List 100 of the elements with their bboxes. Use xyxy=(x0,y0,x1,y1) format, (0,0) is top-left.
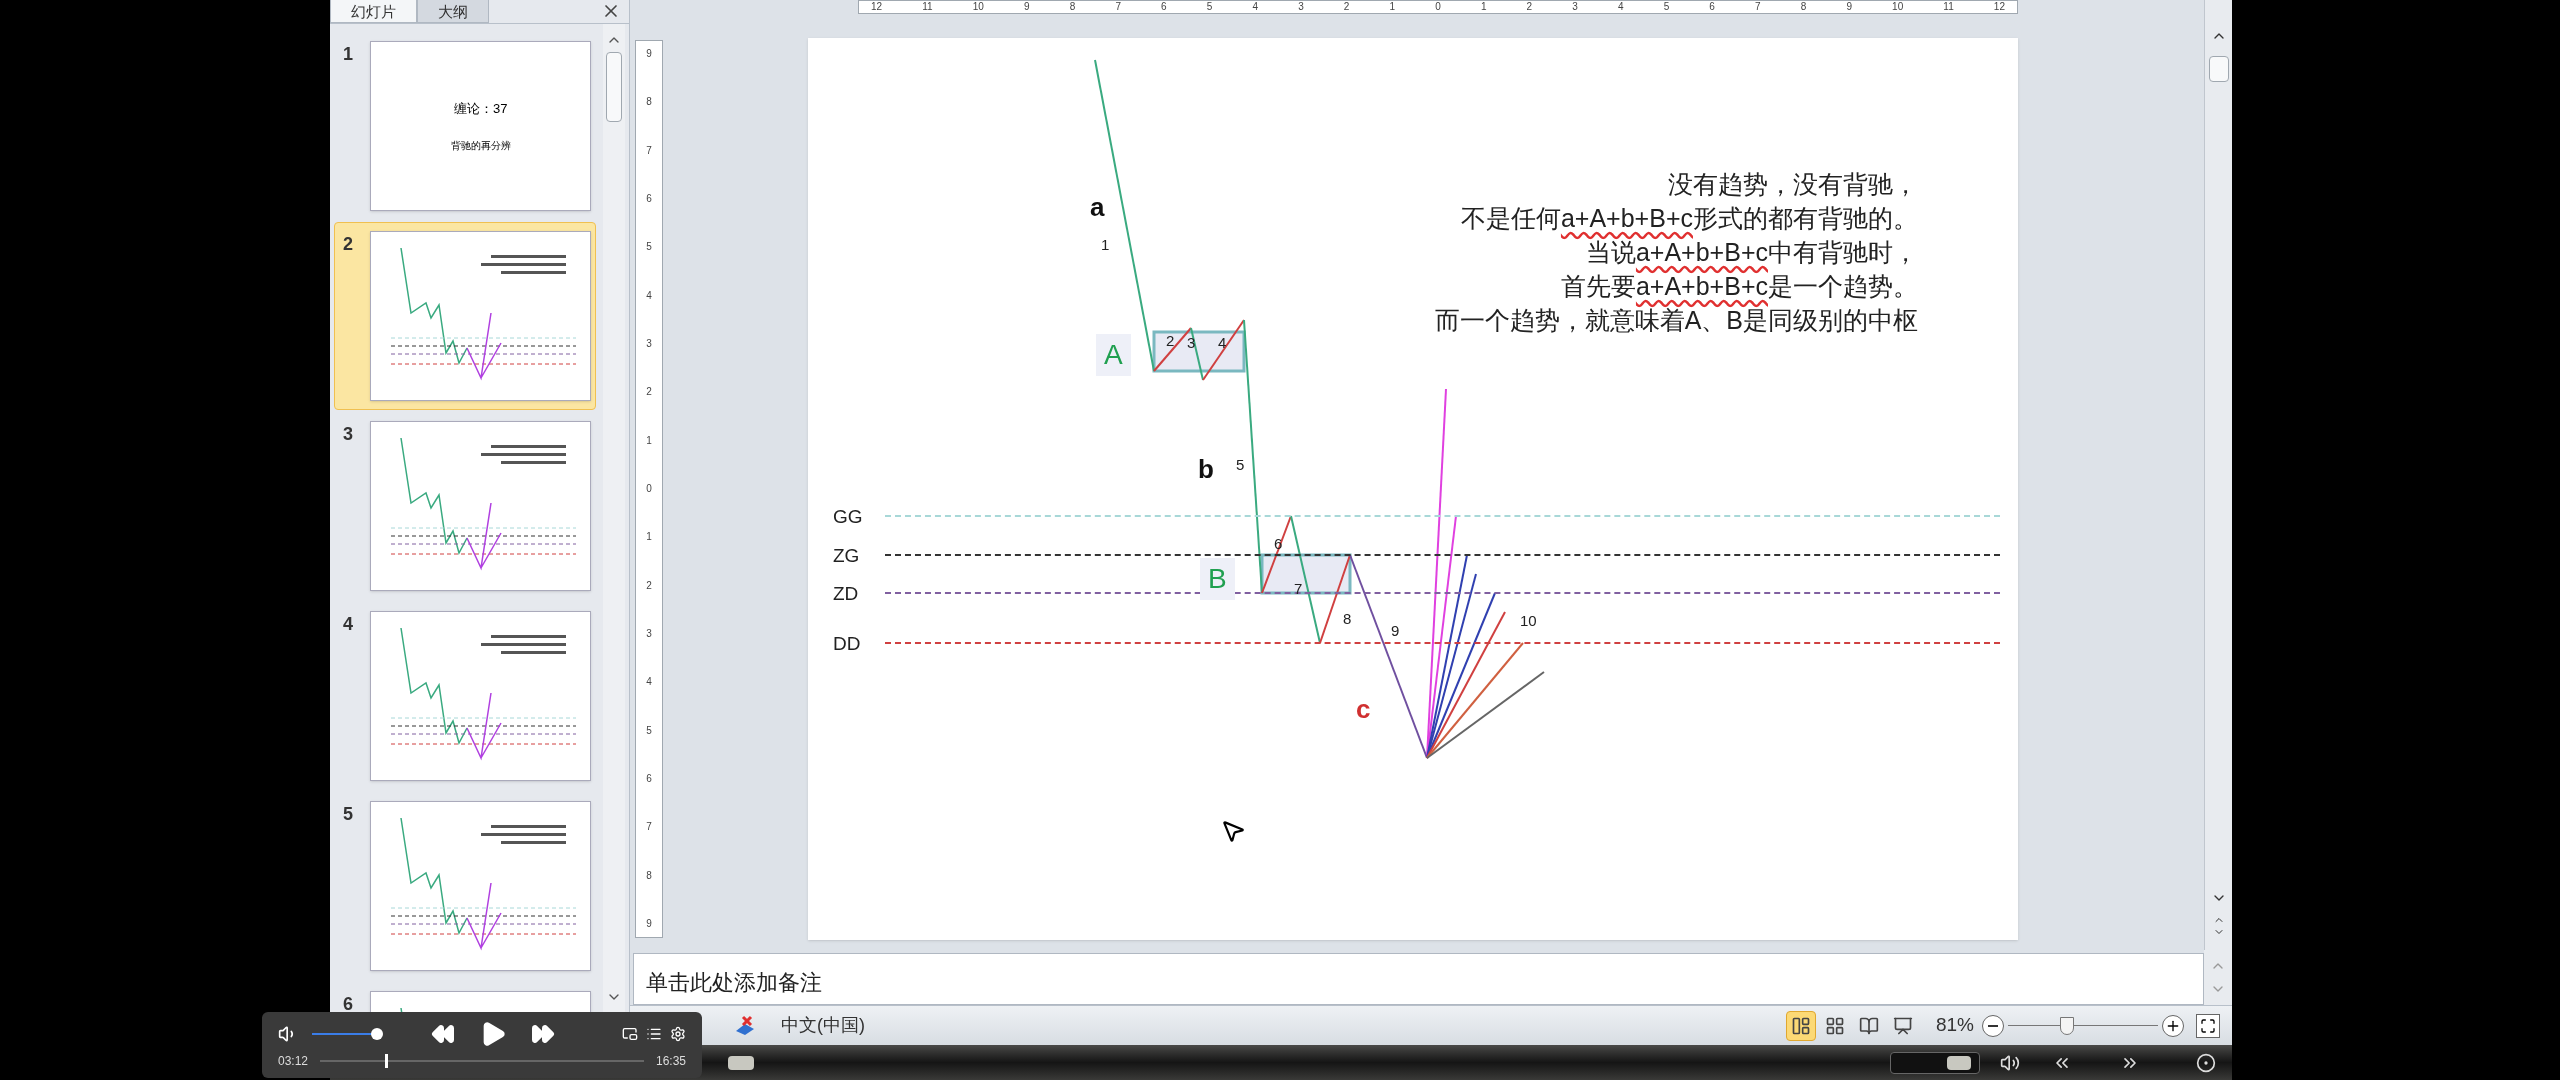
ruler-number: 9 xyxy=(646,49,652,59)
progress-slider[interactable] xyxy=(320,1054,644,1068)
fast-forward-icon[interactable] xyxy=(531,1022,555,1046)
panel-tab[interactable]: 幻灯片 xyxy=(330,0,417,23)
ruler-number: 9 xyxy=(1024,2,1030,12)
ruler-number: 8 xyxy=(1800,2,1807,12)
level-label: ZG xyxy=(833,544,860,568)
segment-label: b xyxy=(1198,453,1214,486)
view-button[interactable] xyxy=(1785,1010,1816,1041)
fit-window-button[interactable] xyxy=(2196,1013,2220,1038)
notes-pane[interactable]: 单击此处添加备注 xyxy=(633,953,2204,1005)
ruler-number: 6 xyxy=(646,773,652,784)
zoom-out-button[interactable] xyxy=(1982,1014,2004,1037)
slide-number: 1 xyxy=(343,43,354,66)
ruler-number: 5 xyxy=(1663,2,1670,12)
center-label: A xyxy=(1096,334,1131,376)
scrollbar-thumb[interactable] xyxy=(2208,56,2229,82)
ruler-number: 12 xyxy=(1993,2,2005,12)
volume-track[interactable] xyxy=(1890,1051,1980,1074)
zoom-slider[interactable] xyxy=(2008,1014,2158,1037)
stroke-number: 1 xyxy=(1101,235,1110,255)
settings-icon[interactable] xyxy=(670,1026,686,1042)
zoom-percent[interactable]: 81% xyxy=(1935,1011,1974,1040)
ruler-number: 3 xyxy=(646,338,652,349)
ruler-number: 8 xyxy=(646,870,652,881)
ruler-number: 2 xyxy=(646,580,652,591)
slide-number: 2 xyxy=(343,233,354,256)
scrollbar[interactable] xyxy=(603,24,625,1013)
speaker-icon[interactable] xyxy=(2000,1052,2020,1073)
ruler-number: 5 xyxy=(646,242,652,253)
ruler-number: 8 xyxy=(1069,2,1076,12)
ruler-number: 10 xyxy=(972,2,984,12)
ruler-number: 5 xyxy=(646,725,652,736)
center-label: B xyxy=(1200,558,1235,600)
ruler-number: 6 xyxy=(1161,2,1167,12)
minus-icon xyxy=(1988,1024,1998,1027)
panel-tab[interactable]: 大纲 xyxy=(417,0,489,23)
progress-handle[interactable] xyxy=(384,1054,388,1068)
stroke-number: 4 xyxy=(1218,333,1227,353)
segment-label: a xyxy=(1090,191,1105,224)
level-label: GG xyxy=(833,505,863,529)
ruler-number: 1 xyxy=(646,532,652,543)
slide-thumbnail-row[interactable]: 2 xyxy=(334,222,596,410)
fit-window-icon xyxy=(2200,1017,2216,1034)
ruler-number: 1 xyxy=(1389,2,1396,12)
ruler-number: 11 xyxy=(1943,2,1954,12)
ruler-number: 0 xyxy=(1435,2,1441,12)
ruler-number: 9 xyxy=(1846,2,1852,12)
slide-thumbnail-row[interactable]: 3 xyxy=(334,412,596,600)
list-icon[interactable] xyxy=(646,1026,662,1042)
ruler-number: 2 xyxy=(1526,2,1533,12)
slide-number: 3 xyxy=(343,423,354,446)
slide-text-line: 而一个趋势，就意味着A、B是同级别的中枢 xyxy=(1434,305,1918,336)
slide-number: 4 xyxy=(343,613,354,636)
slide-thumbnail-row[interactable]: 6 xyxy=(334,982,596,1013)
slide-number: 6 xyxy=(343,993,354,1013)
volume-knob[interactable] xyxy=(371,1028,383,1040)
slide-thumbnail-row[interactable]: 1 缠论：37 背驰的再分辨 xyxy=(334,32,596,220)
thumbnail-title: 缠论：37 xyxy=(453,99,508,118)
stroke-number: 5 xyxy=(1236,455,1245,475)
ruler-number: 1 xyxy=(1480,2,1487,12)
stroke-number: 8 xyxy=(1343,609,1352,629)
language-indicator[interactable]: 中文(中国) xyxy=(781,1012,865,1039)
view-icon xyxy=(1824,1015,1845,1036)
picture-in-picture-icon[interactable] xyxy=(622,1026,638,1042)
ruler-number: 11 xyxy=(922,2,933,12)
zoom-slider-thumb[interactable] xyxy=(2059,1016,2074,1035)
scrollbar[interactable] xyxy=(2204,0,2232,950)
ruler-number: 4 xyxy=(1252,2,1258,12)
ruler-number: 4 xyxy=(1617,2,1624,12)
slide-thumbnail-row[interactable]: 5 xyxy=(334,792,596,980)
level-label: ZD xyxy=(833,582,859,606)
rewind-icon[interactable] xyxy=(431,1022,455,1046)
thumbnail-subtitle: 背驰的再分辨 xyxy=(450,139,511,154)
ruler-number: 3 xyxy=(646,628,652,639)
elapsed-time: 03:12 xyxy=(278,1053,309,1070)
ruler-number: 5 xyxy=(1206,2,1213,12)
mouse-cursor-icon xyxy=(1220,818,1246,844)
ruler-number: 6 xyxy=(1709,2,1715,12)
ruler-number: 3 xyxy=(1572,2,1578,12)
scrollbar-thumb[interactable] xyxy=(606,52,622,122)
stroke-number: 10 xyxy=(1520,611,1537,631)
stroke-number: 2 xyxy=(1166,331,1175,351)
volume-handle[interactable] xyxy=(1947,1055,1971,1070)
view-icon xyxy=(1892,1015,1913,1036)
slide-text-line: 首先要a+A+b+B+c是一个趋势。 xyxy=(1560,271,1918,302)
ruler-number: 7 xyxy=(646,145,652,156)
slide-text-line: 没有趋势，没有背驰， xyxy=(1668,169,1918,200)
ruler-number: 7 xyxy=(646,822,652,833)
view-icon xyxy=(1858,1015,1879,1036)
seek-handle[interactable] xyxy=(728,1055,754,1070)
ruler-number: 1 xyxy=(646,435,652,446)
slide-number: 5 xyxy=(343,803,354,826)
ruler-number: 2 xyxy=(646,387,652,398)
level-label: DD xyxy=(833,632,861,656)
zoom-in-button[interactable] xyxy=(2162,1014,2184,1037)
slide-thumbnail-row[interactable]: 4 xyxy=(334,602,596,790)
ruler-number: 0 xyxy=(646,483,652,494)
ruler-number: 10 xyxy=(1892,2,1904,12)
ruler-number: 6 xyxy=(646,194,652,204)
